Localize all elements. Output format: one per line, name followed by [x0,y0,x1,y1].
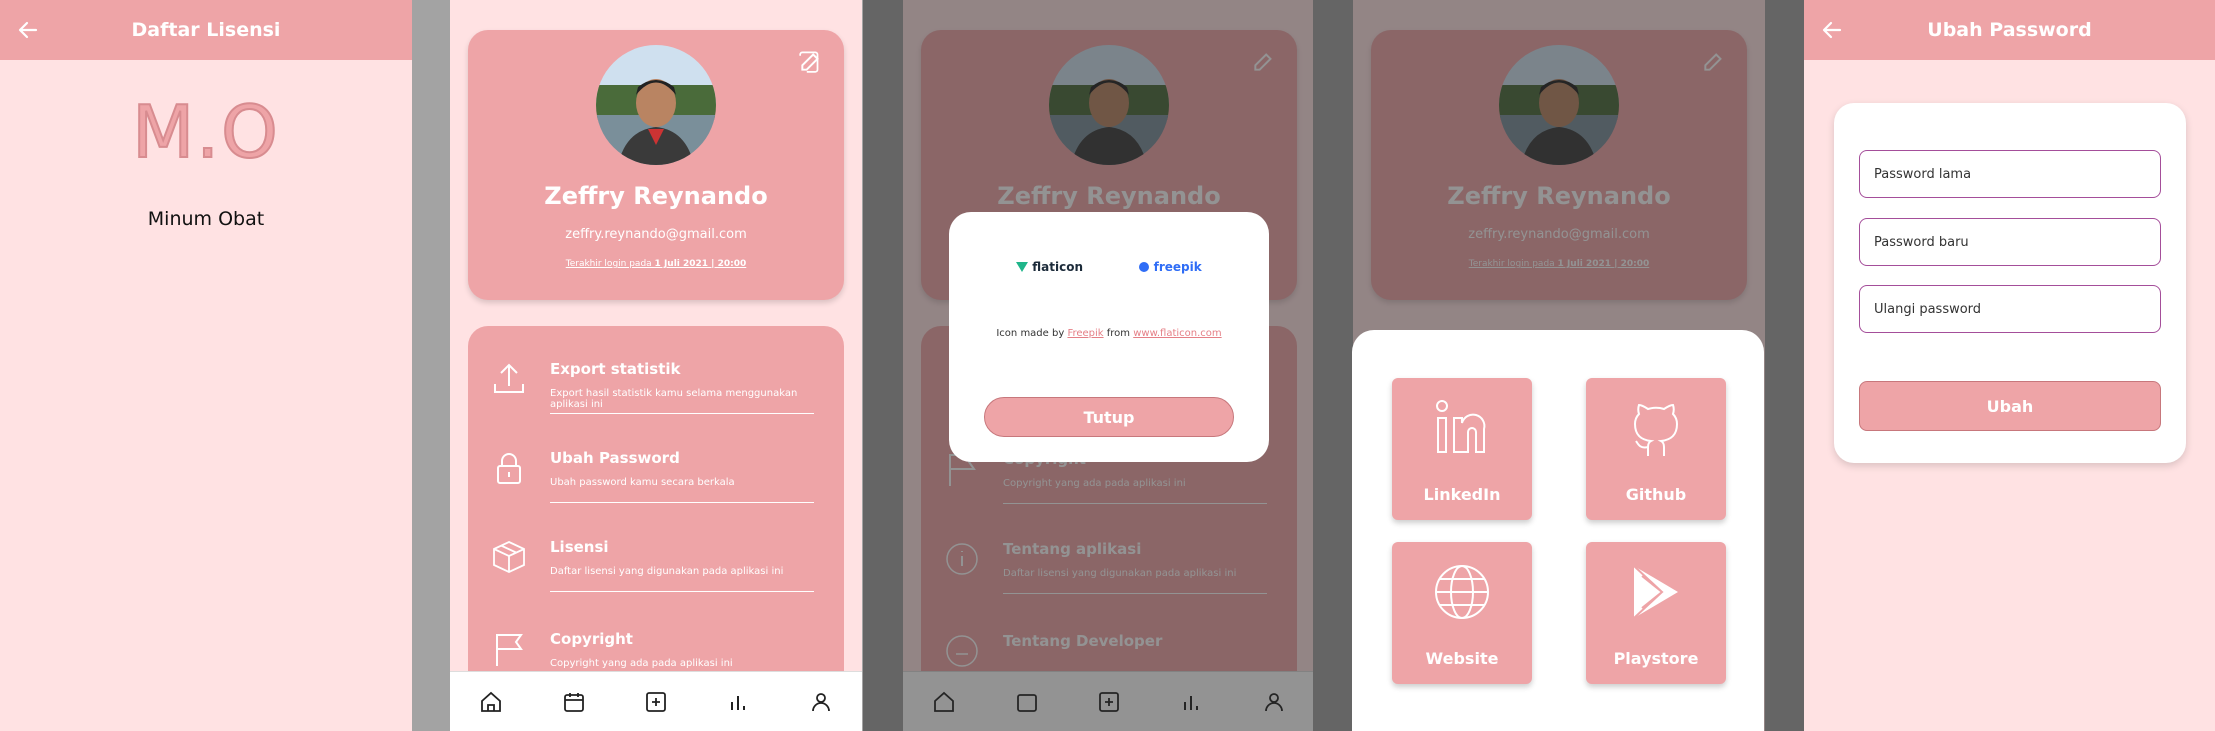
divider [550,413,814,414]
flag-icon [496,634,523,666]
screen-profile: Zeffry Reynando zeffry.reynando@gmail.co… [412,0,863,731]
new-password-field[interactable]: Password baru [1859,218,2161,266]
linkedin-label: LinkedIn [1423,485,1501,504]
menu-item-title: Copyright [550,630,633,648]
freepik-text: freepik [1153,260,1202,274]
playstore-icon [1586,552,1726,632]
menu-item-desc: Export hasil statistik kamu selama mengg… [550,388,798,410]
icon-attribution: Icon made by Freepik from www.flaticon.c… [949,328,1269,339]
github-button[interactable]: Github [1586,378,1726,520]
edit-icon[interactable] [798,48,824,74]
attrib-author-link[interactable]: Freepik [1067,328,1103,339]
nav-add[interactable] [641,687,671,717]
home-icon [481,691,502,712]
github-label: Github [1625,485,1687,504]
app-name: Minum Obat [147,208,265,230]
flaticon-icon [1016,262,1029,272]
app-bar: Ubah Password [1804,0,2215,60]
nav-home[interactable] [476,687,506,717]
screen-profile-dialog: Zeffry Reynando Copyright Copyright yang… [863,0,1313,731]
screen-license-list: Daftar Lisensi M.O Minum Obat [0,0,412,731]
add-icon [646,691,666,712]
screen-change-password: Ubah Password Password lama Password bar… [1804,0,2215,731]
menu-item-desc: Ubah password kamu secara berkala [550,477,735,488]
github-icon [1586,388,1726,468]
profile-email: zeffry.reynando@gmail.com [565,227,747,242]
last-login: Terakhir login pada 1 Juli 2021 | 20:00 [468,259,844,269]
license-logos: flaticon freepik [949,260,1269,274]
linkedin-button[interactable]: LinkedIn [1392,378,1532,520]
license-dialog: flaticon freepik Icon made by Freepik fr… [949,212,1269,462]
menu-item-title: Ubah Password [550,449,680,467]
calendar-icon [563,692,584,712]
nav-profile[interactable] [806,687,836,717]
globe-icon [1392,552,1532,632]
menu-item-desc: Copyright yang ada pada aplikasi ini [550,658,733,669]
menu-item-password[interactable]: Ubah Password Ubah password kamu secara … [468,415,844,503]
playstore-button[interactable]: Playstore [1586,542,1726,684]
app-logo: M.O [131,89,280,175]
menu-item-export[interactable]: Export statistik Export hasil statistik … [468,326,844,414]
lock-icon [497,453,521,484]
menu-item-desc: Daftar lisensi yang digunakan pada aplik… [550,566,784,577]
nav-calendar[interactable] [559,687,589,717]
close-button[interactable]: Tutup [984,397,1234,437]
playstore-label: Playstore [1613,649,1699,668]
freepik-logo: freepik [1138,260,1202,274]
password-form-card: Password lama Password baru Ulangi passw… [1834,103,2186,463]
menu-item-title: Lisensi [550,538,609,556]
menu-item-license[interactable]: Lisensi Daftar lisensi yang digunakan pa… [468,504,844,592]
last-login-value: 1 Juli 2021 | 20:00 [654,259,747,269]
submit-button[interactable]: Ubah [1859,381,2161,431]
links-bottom-sheet: LinkedIn Github Website Playstore [1352,330,1764,731]
profile-phone: Zeffry Reynando zeffry.reynando@gmail.co… [450,0,862,731]
website-label: Website [1425,649,1499,668]
back-arrow-icon[interactable] [16,18,40,42]
nav-stats[interactable] [723,687,753,717]
website-button[interactable]: Website [1392,542,1532,684]
bottom-nav [450,671,862,731]
box-icon [493,541,525,573]
back-arrow-icon[interactable] [1820,18,1844,42]
screen-developer-links: Zeffry Reynando zeffry.reynando@gmail.co… [1313,0,1804,731]
profile-name: Zeffry Reynando [544,182,768,210]
flaticon-logo: flaticon [1016,260,1083,274]
divider [550,591,814,592]
flaticon-text: flaticon [1032,260,1084,274]
attrib-mid: from [1103,328,1134,339]
upload-icon [494,363,524,393]
menu-item-title: Export statistik [550,360,681,378]
divider [550,502,814,503]
last-login-prefix: Terakhir login pada [565,259,655,269]
freepik-icon [1138,262,1149,272]
attrib-site-link[interactable]: www.flaticon.com [1133,328,1221,339]
page-title: Ubah Password [1927,19,2092,41]
old-password-field[interactable]: Password lama [1859,150,2161,198]
app-bar: Daftar Lisensi [0,0,412,60]
profile-icon [811,692,830,711]
stats-icon [731,695,746,710]
page-title: Daftar Lisensi [131,19,281,41]
repeat-password-field[interactable]: Ulangi password [1859,285,2161,333]
profile-card: Zeffry Reynando zeffry.reynando@gmail.co… [468,30,844,300]
linkedin-icon [1392,388,1532,468]
attrib-prefix: Icon made by [996,328,1068,339]
avatar [596,45,716,165]
